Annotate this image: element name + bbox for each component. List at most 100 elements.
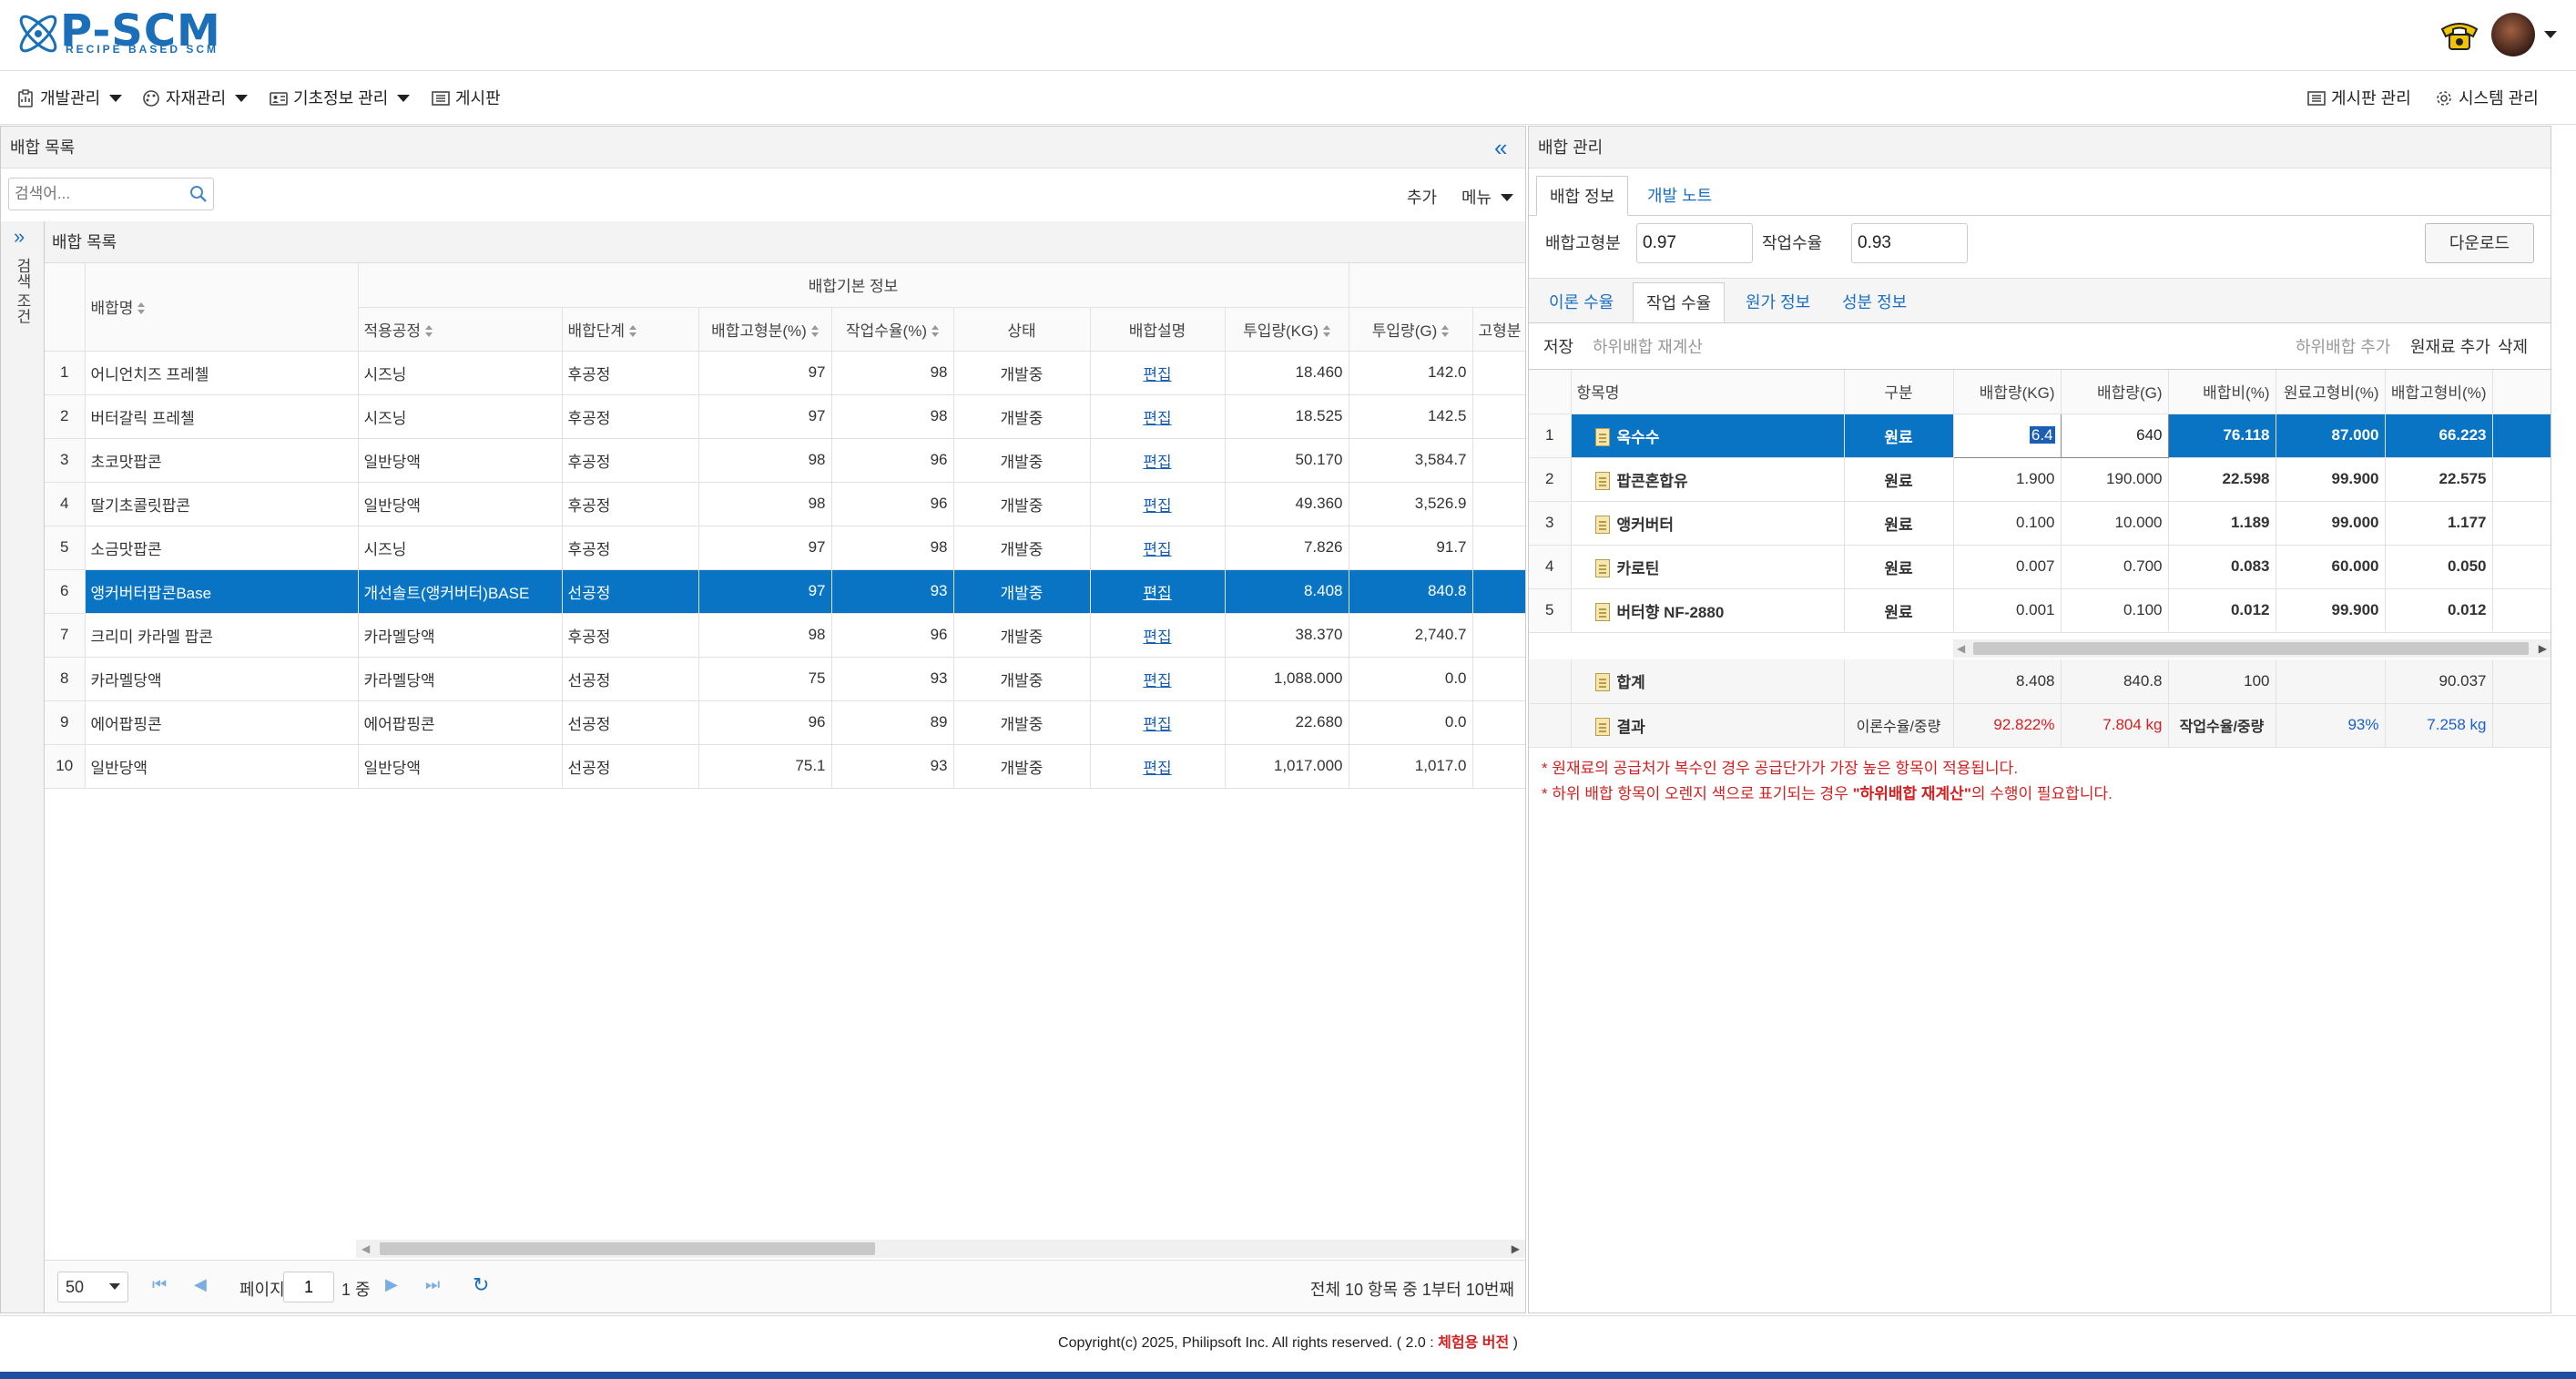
selected-text[interactable]: 6.4: [2029, 426, 2055, 444]
table-row[interactable]: 10 일반당액 일반당액 선공정 75.1 93 개발중 편집 1,017.000 1,017.0: [45, 744, 1525, 789]
menu-button[interactable]: 메뉴: [1461, 185, 1514, 209]
cell-kg[interactable]: 1.900: [1953, 457, 2062, 502]
col-header-item[interactable]: 항목명: [1571, 370, 1845, 414]
col-header-status[interactable]: 상태: [953, 307, 1091, 352]
add-material-button[interactable]: 원재료 추가: [2410, 334, 2490, 358]
col-header-g[interactable]: 배합량(G): [2061, 370, 2169, 414]
table-row[interactable]: 1 어니언치즈 프레첼 시즈닝 후공정 97 98 개발중 편집 18.460 142.0: [45, 351, 1525, 395]
table-row[interactable]: 4 카로틴 원료 0.007 0.700 0.083 60.000 0.050: [1529, 545, 2551, 589]
collapse-icon[interactable]: «: [1494, 136, 1507, 159]
col-header-input-g[interactable]: 투입량(G): [1349, 307, 1473, 352]
col-header-raw-solid[interactable]: 원료고형비(%): [2276, 370, 2386, 414]
table-row[interactable]: 7 크리미 카라멜 팝콘 카라멜당액 후공정 98 96 개발중 편집 38.370 2,740.…: [45, 613, 1525, 658]
edit-link[interactable]: 편집: [1143, 760, 1171, 777]
first-page-icon[interactable]: ⏮: [152, 1275, 167, 1294]
edit-link[interactable]: 편집: [1143, 672, 1171, 690]
nav-material-management[interactable]: 자재관리: [142, 72, 249, 125]
cell-g[interactable]: 640: [2060, 413, 2169, 458]
table-row[interactable]: 6 앵커버터팝콘Base 개선솔트(앵커버터)BASE 선공정 97 93 개발중 편집 8.4…: [45, 569, 1525, 614]
download-button[interactable]: 다운로드: [2425, 223, 2534, 263]
tab-theory-yield[interactable]: 이론 수율: [1536, 282, 1626, 322]
search-icon[interactable]: [189, 185, 208, 203]
edit-link[interactable]: 편집: [1143, 585, 1171, 602]
scroll-left-icon[interactable]: ◀: [361, 1242, 370, 1255]
table-row[interactable]: 2 팝콘혼합유 원료 1.900 190.000 22.598 99.900 22.575: [1529, 457, 2551, 502]
page-input[interactable]: [283, 1272, 334, 1302]
chevron-down-icon[interactable]: [2544, 31, 2557, 38]
page-size-select[interactable]: 50: [57, 1272, 128, 1302]
cell-kg[interactable]: 6.4: [1952, 413, 2062, 458]
table-row[interactable]: 2 버터갈릭 프레첼 시즈닝 후공정 97 98 개발중 편집 18.525 142.5: [45, 394, 1525, 439]
cell-g[interactable]: 10.000: [2061, 501, 2169, 546]
edit-link[interactable]: 편집: [1143, 628, 1171, 646]
table-row[interactable]: 3 앵커버터 원료 0.100 10.000 1.189 99.000 1.177: [1529, 501, 2551, 546]
prev-page-icon[interactable]: ◀: [194, 1275, 207, 1294]
table-row[interactable]: 3 초코맛팝콘 일반당액 후공정 98 96 개발중 편집 50.170 3,584.7: [45, 438, 1525, 483]
table-row[interactable]: 1 옥수수 원료 6.4 640 76.118 87.000 66.223: [1529, 413, 2551, 458]
col-header-mix-solid[interactable]: 배합고형비(%): [2385, 370, 2493, 414]
recalc-sub-button[interactable]: 하위배합 재계산: [1593, 334, 1703, 358]
scroll-thumb[interactable]: [380, 1242, 875, 1255]
col-header-process[interactable]: 적용공정: [358, 307, 563, 352]
horizontal-scrollbar[interactable]: ◀ ▶: [356, 1240, 1525, 1258]
table-row[interactable]: 5 소금맛팝콘 시즈닝 후공정 97 98 개발중 편집 7.826 91.7: [45, 526, 1525, 570]
edit-link[interactable]: 편집: [1143, 716, 1171, 733]
col-header-stage[interactable]: 배합단계: [562, 307, 699, 352]
cell-input-g: 3,526.9: [1349, 482, 1473, 526]
table-row[interactable]: 8 카라멜당액 카라멜당액 선공정 75 93 개발중 편집 1,088.000 0.0: [45, 657, 1525, 701]
col-header-solid[interactable]: 배합고형분(%): [698, 307, 832, 352]
search-box[interactable]: [8, 178, 214, 210]
tab-cost-info[interactable]: 원가 정보: [1733, 282, 1823, 322]
add-button[interactable]: 추가: [1407, 185, 1437, 209]
tab-work-yield[interactable]: 작업 수율: [1633, 282, 1726, 322]
edit-link[interactable]: 편집: [1143, 410, 1171, 427]
cell-kg[interactable]: 0.100: [1953, 501, 2062, 546]
phone-icon[interactable]: [2437, 16, 2482, 56]
search-input[interactable]: [9, 179, 182, 209]
scroll-right-icon[interactable]: ▶: [1512, 1242, 1520, 1255]
refresh-icon[interactable]: ↻: [473, 1273, 489, 1297]
tab-ingredient-info[interactable]: 성분 정보: [1829, 282, 1919, 322]
delete-button[interactable]: 삭제: [2498, 334, 2528, 358]
cell-g[interactable]: 0.700: [2061, 545, 2169, 589]
last-page-icon[interactable]: ⏭: [425, 1275, 440, 1294]
col-header-kg[interactable]: 배합량(KG): [1953, 370, 2062, 414]
cell-g[interactable]: 190.000: [2061, 457, 2169, 502]
cell-g[interactable]: 0.100: [2061, 588, 2169, 633]
nav-board[interactable]: 게시판: [432, 72, 501, 125]
scroll-right-icon[interactable]: ▶: [2539, 642, 2547, 655]
scroll-left-icon[interactable]: ◀: [1957, 642, 1965, 655]
scroll-thumb[interactable]: [1973, 642, 2529, 655]
expand-icon[interactable]: »: [14, 225, 25, 249]
table-row[interactable]: 4 딸기초콜릿팝콘 일반당액 후공정 98 96 개발중 편집 49.360 3,526.9: [45, 482, 1525, 526]
tab-dev-note[interactable]: 개발 노트: [1634, 176, 1725, 216]
next-page-icon[interactable]: ▶: [385, 1275, 398, 1294]
edit-link[interactable]: 편집: [1143, 541, 1171, 558]
col-header-yield[interactable]: 작업수율(%): [831, 307, 954, 352]
yield-input[interactable]: [1851, 223, 1968, 263]
table-row[interactable]: 9 에어팝핑콘 에어팝핑콘 선공정 96 89 개발중 편집 22.680 0.0: [45, 700, 1525, 745]
add-sub-recipe-button[interactable]: 하위배합 추가: [2296, 334, 2390, 358]
col-header-type[interactable]: 구분: [1844, 370, 1954, 414]
edit-link[interactable]: 편집: [1143, 366, 1171, 383]
edit-link[interactable]: 편집: [1143, 454, 1171, 471]
col-header-desc[interactable]: 배합설명: [1090, 307, 1226, 352]
avatar[interactable]: [2491, 13, 2535, 56]
cell-kg[interactable]: 0.007: [1953, 545, 2062, 589]
nav-basic-info[interactable]: 기초정보 관리: [270, 72, 411, 125]
save-button[interactable]: 저장: [1543, 334, 1573, 358]
nav-board-management[interactable]: 게시판 관리: [2307, 72, 2411, 125]
col-header-input-kg[interactable]: 투입량(KG): [1225, 307, 1349, 352]
tab-recipe-info[interactable]: 배합 정보: [1536, 176, 1629, 216]
col-header-name[interactable]: 배합명: [85, 263, 359, 352]
solid-input[interactable]: [1636, 223, 1753, 263]
col-header-solid2[interactable]: 고형분: [1472, 307, 1525, 352]
search-condition-strip[interactable]: » 검색 조건: [1, 221, 45, 1313]
cell-kg[interactable]: 0.001: [1953, 588, 2062, 633]
table-row[interactable]: 5 버터향 NF-2880 원료 0.001 0.100 0.012 99.900 0.012: [1529, 588, 2551, 633]
nav-dev-management[interactable]: 개발관리: [16, 72, 123, 125]
detail-horizontal-scrollbar[interactable]: ◀ ▶: [1953, 639, 2551, 658]
edit-link[interactable]: 편집: [1143, 497, 1171, 515]
nav-system-management[interactable]: 시스템 관리: [2435, 72, 2539, 125]
col-header-ratio[interactable]: 배합비(%): [2168, 370, 2276, 414]
